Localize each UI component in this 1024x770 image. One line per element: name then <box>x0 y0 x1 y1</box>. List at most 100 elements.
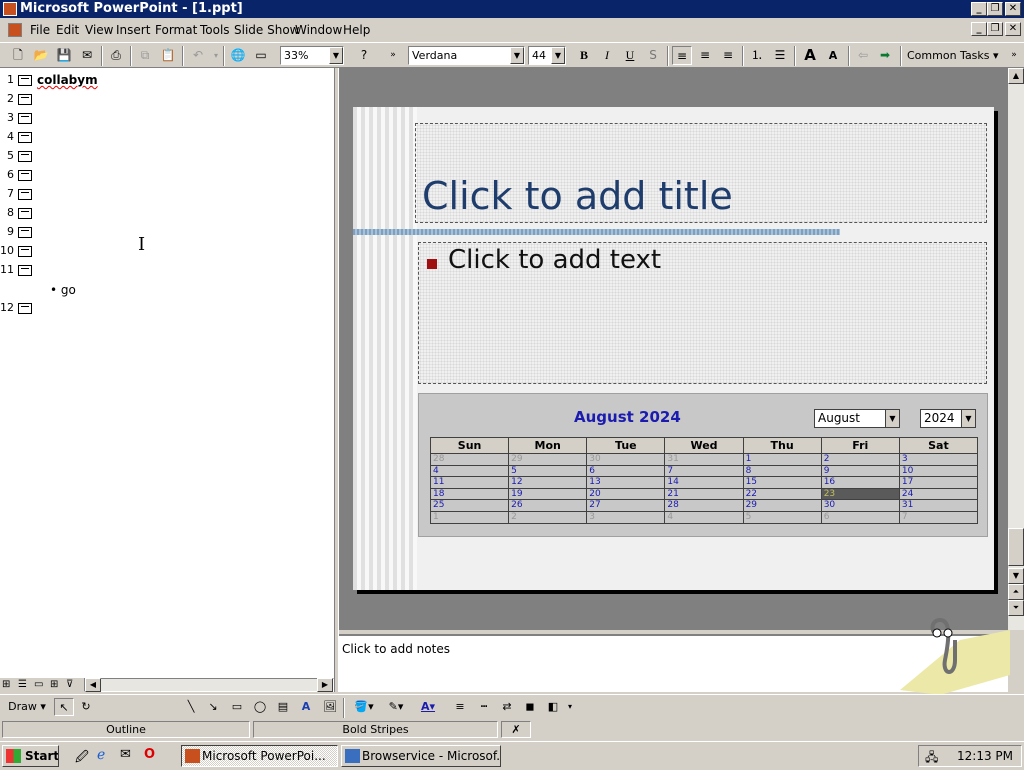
internet-explorer-icon[interactable]: ℯ <box>97 747 105 763</box>
document-icon[interactable] <box>8 23 22 37</box>
select-objects-icon[interactable]: ↖ <box>54 698 74 716</box>
calendar-day[interactable]: 18 <box>429 487 510 501</box>
close-button[interactable]: ✕ <box>1005 2 1021 16</box>
slide-icon[interactable] <box>18 208 32 219</box>
calendar-day[interactable]: 7 <box>664 464 744 478</box>
hyperlink-icon[interactable]: 🌐 <box>228 46 248 65</box>
calendar-day[interactable]: 4 <box>664 510 744 524</box>
calendar-day[interactable]: 4 <box>429 464 510 478</box>
chevron-down-icon[interactable]: ▼ <box>551 47 565 64</box>
scroll-down-icon[interactable]: ▼ <box>1008 568 1024 584</box>
calendar-day[interactable]: 17 <box>898 476 979 489</box>
calendar-day[interactable]: 28 <box>429 453 510 466</box>
print-icon[interactable]: ⎙ <box>106 46 126 65</box>
slide-icon[interactable] <box>18 246 32 257</box>
font-size-select[interactable]: 44 ▼ <box>528 46 566 65</box>
calendar-day[interactable]: 23 <box>820 487 900 501</box>
doc-close-button[interactable]: ✕ <box>1005 22 1021 36</box>
powerpoint-app-icon[interactable] <box>3 2 17 16</box>
slide-icon[interactable] <box>18 265 32 276</box>
font-color-icon[interactable]: A▾ <box>414 698 442 716</box>
menu-view[interactable]: View <box>85 23 113 37</box>
calendar-day[interactable]: 31 <box>898 499 979 512</box>
calendar-day[interactable]: 2 <box>820 453 900 466</box>
increase-font-icon[interactable]: A <box>800 46 820 65</box>
calendar-day[interactable]: 28 <box>664 499 744 512</box>
calendar-day[interactable]: 20 <box>586 487 666 501</box>
slide-icon[interactable] <box>18 75 32 86</box>
calendar-day[interactable]: 30 <box>586 453 666 466</box>
help-icon[interactable]: ? <box>354 46 374 65</box>
restore-button[interactable]: ❐ <box>987 2 1003 16</box>
insert-chart-icon[interactable]: ▭ <box>251 46 271 65</box>
line-style-icon[interactable]: ≡ <box>450 698 470 716</box>
menu-edit[interactable]: Edit <box>56 23 79 37</box>
slide-show-view-icon[interactable]: ⊽ <box>66 679 73 690</box>
year-select[interactable]: 2024 ▼ <box>920 409 976 428</box>
slide-icon[interactable] <box>18 189 32 200</box>
calendar-day[interactable]: 26 <box>508 499 588 512</box>
scroll-up-icon[interactable]: ▲ <box>1008 68 1024 84</box>
start-button[interactable]: Start <box>2 745 59 767</box>
calendar-day[interactable]: 9 <box>820 464 900 478</box>
align-left-icon[interactable]: ≡ <box>672 46 692 65</box>
clip-art-icon[interactable]: 🖼 <box>320 698 340 716</box>
calendar-day[interactable]: 1 <box>429 510 510 524</box>
slide-icon[interactable] <box>18 113 32 124</box>
menu-help[interactable]: Help <box>343 23 370 37</box>
undo-icon[interactable]: ↶ <box>188 46 208 65</box>
normal-view-icon[interactable]: ⊞ <box>2 679 10 690</box>
chevron-down-icon[interactable]: ▼ <box>885 410 899 427</box>
calendar-day[interactable]: 5 <box>742 510 822 524</box>
save-icon[interactable]: 💾 <box>54 46 74 65</box>
slide-icon[interactable] <box>18 303 32 314</box>
3d-icon[interactable]: ◧ <box>543 698 563 716</box>
slide-canvas[interactable]: Click to add title Click to add text Aug… <box>353 107 994 590</box>
calendar-day[interactable]: 11 <box>429 476 510 489</box>
calendar-day[interactable]: 16 <box>820 476 900 489</box>
outline-pane[interactable]: 1 collabym 2 3 4 5 6 7 8 9 10 11 • go 12 … <box>0 68 334 678</box>
show-desktop-icon[interactable]: 🖉 <box>75 748 89 770</box>
open-icon[interactable]: 📂 <box>31 46 51 65</box>
common-tasks-button[interactable]: Common Tasks ▾ <box>907 49 999 62</box>
more-buttons-icon[interactable]: » <box>383 46 403 65</box>
doc-minimize-button[interactable]: _ <box>971 22 987 36</box>
calendar-day[interactable]: 12 <box>508 476 588 489</box>
spelling-status-icon[interactable]: ✗ <box>501 721 531 738</box>
outlook-icon[interactable]: ✉ <box>120 747 131 762</box>
calendar-day[interactable]: 22 <box>742 487 822 501</box>
shadow-icon[interactable]: ◼ <box>520 698 540 716</box>
network-icon[interactable]: 🖧 <box>925 748 938 769</box>
line-color-icon[interactable]: ✎▾ <box>382 698 410 716</box>
slide-icon[interactable] <box>18 151 32 162</box>
body-placeholder[interactable]: Click to add text <box>418 242 987 384</box>
slide-view-icon[interactable]: ▭ <box>34 679 43 690</box>
calendar-day[interactable]: 7 <box>898 510 979 524</box>
month-select[interactable]: August ▼ <box>814 409 900 428</box>
taskbar-powerpoint[interactable]: Microsoft PowerPoi... <box>181 745 338 767</box>
calendar-day[interactable]: 8 <box>742 464 822 478</box>
menu-insert[interactable]: Insert <box>116 23 150 37</box>
italic-button[interactable]: I <box>597 46 617 65</box>
calendar-day[interactable]: 3 <box>586 510 666 524</box>
font-select[interactable]: Verdana ▼ <box>408 46 525 65</box>
zoom-select[interactable]: 33% ▼ <box>280 46 344 65</box>
underline-button[interactable]: U <box>620 46 640 65</box>
bullets-icon[interactable]: ☰ <box>770 46 790 65</box>
slide-title-text[interactable]: collabym <box>37 71 98 89</box>
chevron-down-icon[interactable]: ▼ <box>961 410 975 427</box>
calendar-day[interactable]: 25 <box>429 499 510 512</box>
numbering-icon[interactable]: ⒈ <box>747 46 767 65</box>
chevron-down-icon[interactable]: ▼ <box>329 47 343 64</box>
align-center-icon[interactable]: ≡ <box>695 46 715 65</box>
oval-icon[interactable]: ◯ <box>251 698 269 716</box>
taskbar-browservice[interactable]: Browservice - Microsof... <box>341 745 501 767</box>
menu-format[interactable]: Format <box>155 23 197 37</box>
slide-icon[interactable] <box>18 94 32 105</box>
next-slide-icon[interactable]: ⏷ <box>1008 600 1024 616</box>
decrease-font-icon[interactable]: A <box>823 46 843 65</box>
menu-tools[interactable]: Tools <box>200 23 230 37</box>
calendar-day[interactable]: 29 <box>742 499 822 512</box>
outline-bullet[interactable]: • go <box>50 283 76 297</box>
slide-icon[interactable] <box>18 132 32 143</box>
